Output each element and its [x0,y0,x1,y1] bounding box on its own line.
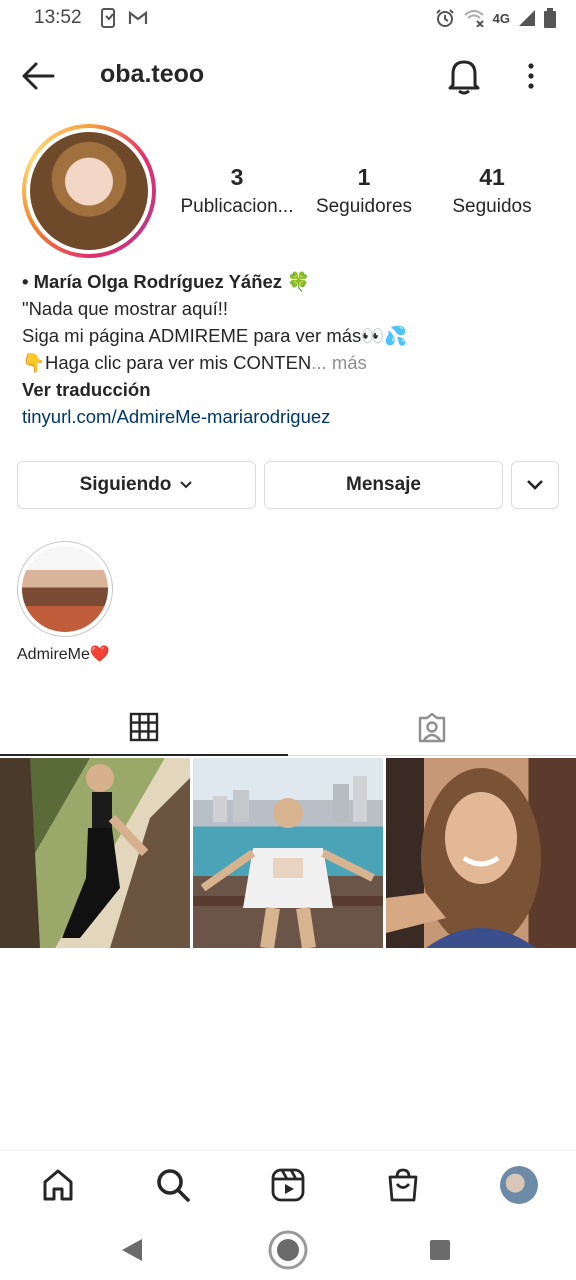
battery-icon [544,8,556,28]
stat-following-value: 41 [479,164,505,190]
stat-followers-value: 1 [357,164,371,190]
stat-following-label: Seguidos [452,196,532,217]
profile-tabs [0,700,576,756]
profile-stats: 3 Publicacion... 1 Seguidores 41 Seguido… [170,164,570,224]
bio-line-3-wrap: 👇Haga clic para ver mis CONTEN... más [22,349,562,376]
following-button[interactable]: Siguiendo [17,461,256,509]
post-image [0,758,190,948]
arrow-left-icon [22,62,55,90]
grid-icon [129,712,159,742]
bell-icon [448,60,480,95]
highlight-cover [22,546,108,632]
bio-more-link[interactable]: ... más [311,352,367,373]
message-button[interactable]: Mensaje [264,461,503,509]
post-thumbnail[interactable] [0,758,190,948]
see-translation-link[interactable]: Ver traducción [22,376,562,403]
phone-notification-icon [100,8,115,28]
profile-header: oba.teoo [0,48,576,104]
system-back-button[interactable] [110,1228,154,1272]
status-time: 13:52 [34,7,82,28]
stat-posts-label: Publicacion... [180,196,294,217]
chevron-down-icon [527,480,543,490]
bottom-navigation [0,1150,576,1216]
stat-posts-value: 3 [230,164,244,190]
avatar [500,1166,538,1204]
nav-shop[interactable] [383,1165,423,1205]
more-vertical-icon [528,63,534,89]
nav-search[interactable] [153,1165,193,1205]
chevron-down-icon [180,481,193,489]
bio-full-name: • María Olga Rodríguez Yáñez 🍀 [22,271,311,292]
story-highlight[interactable]: AdmireMe❤️ [17,541,113,663]
more-options-button[interactable] [518,58,544,94]
triangle-back-icon [122,1239,142,1261]
tab-posts-grid[interactable] [0,700,288,756]
notifications-button[interactable] [446,56,482,96]
search-icon [157,1169,190,1202]
bio-line-1: "Nada que mostrar aquí!! [22,298,229,319]
back-button[interactable] [20,60,60,92]
home-icon [43,1169,73,1201]
bio-line-2: Siga mi página ADMIREME para ver más👀💦 [22,325,408,346]
system-home-button[interactable] [266,1228,310,1272]
network-label: 4G [492,10,510,26]
post-thumbnail[interactable] [386,758,576,948]
alarm-icon [435,9,454,27]
bio-website-link[interactable]: tinyurl.com/AdmireMe-mariarodriguez [22,403,562,430]
signal-icon [519,10,535,26]
suggested-accounts-button[interactable] [511,461,559,509]
nav-reels[interactable] [268,1165,308,1205]
post-thumbnail[interactable] [193,758,383,948]
nav-profile[interactable] [499,1165,539,1205]
highlight-ring [17,541,113,637]
status-right: 4G [435,8,556,28]
status-notification-icons [100,8,148,28]
square-recents-icon [430,1240,450,1260]
profile-avatar[interactable] [22,124,156,258]
tagged-icon [418,712,446,743]
stat-followers-label: Seguidores [315,196,413,217]
nav-home[interactable] [38,1165,78,1205]
shop-icon [388,1168,418,1202]
post-image [193,776,383,948]
profile-username: oba.teoo [100,60,205,88]
circle-home-icon [268,1230,308,1270]
system-recents-button[interactable] [418,1228,462,1272]
profile-bio: • María Olga Rodríguez Yáñez 🍀 "Nada que… [22,268,562,430]
highlight-label: AdmireMe❤️ [17,646,110,663]
stat-followers[interactable]: 1 Seguidores [299,164,429,218]
bio-line-3: 👇Haga clic para ver mis CONTEN [22,352,312,373]
profile-photo [30,132,148,250]
tab-tagged[interactable] [288,700,576,756]
system-navigation-bar [0,1216,576,1280]
posts-grid [0,758,576,948]
wifi-off-icon [463,10,484,27]
stat-posts[interactable]: 3 Publicacion... [172,164,302,218]
gmail-icon [128,10,147,24]
following-button-label: Siguiendo [79,474,172,495]
reels-icon [271,1168,305,1202]
status-bar: 13:52 4G [0,0,576,36]
message-button-label: Mensaje [346,474,421,495]
post-image [386,768,541,948]
stat-following[interactable]: 41 Seguidos [427,164,557,218]
